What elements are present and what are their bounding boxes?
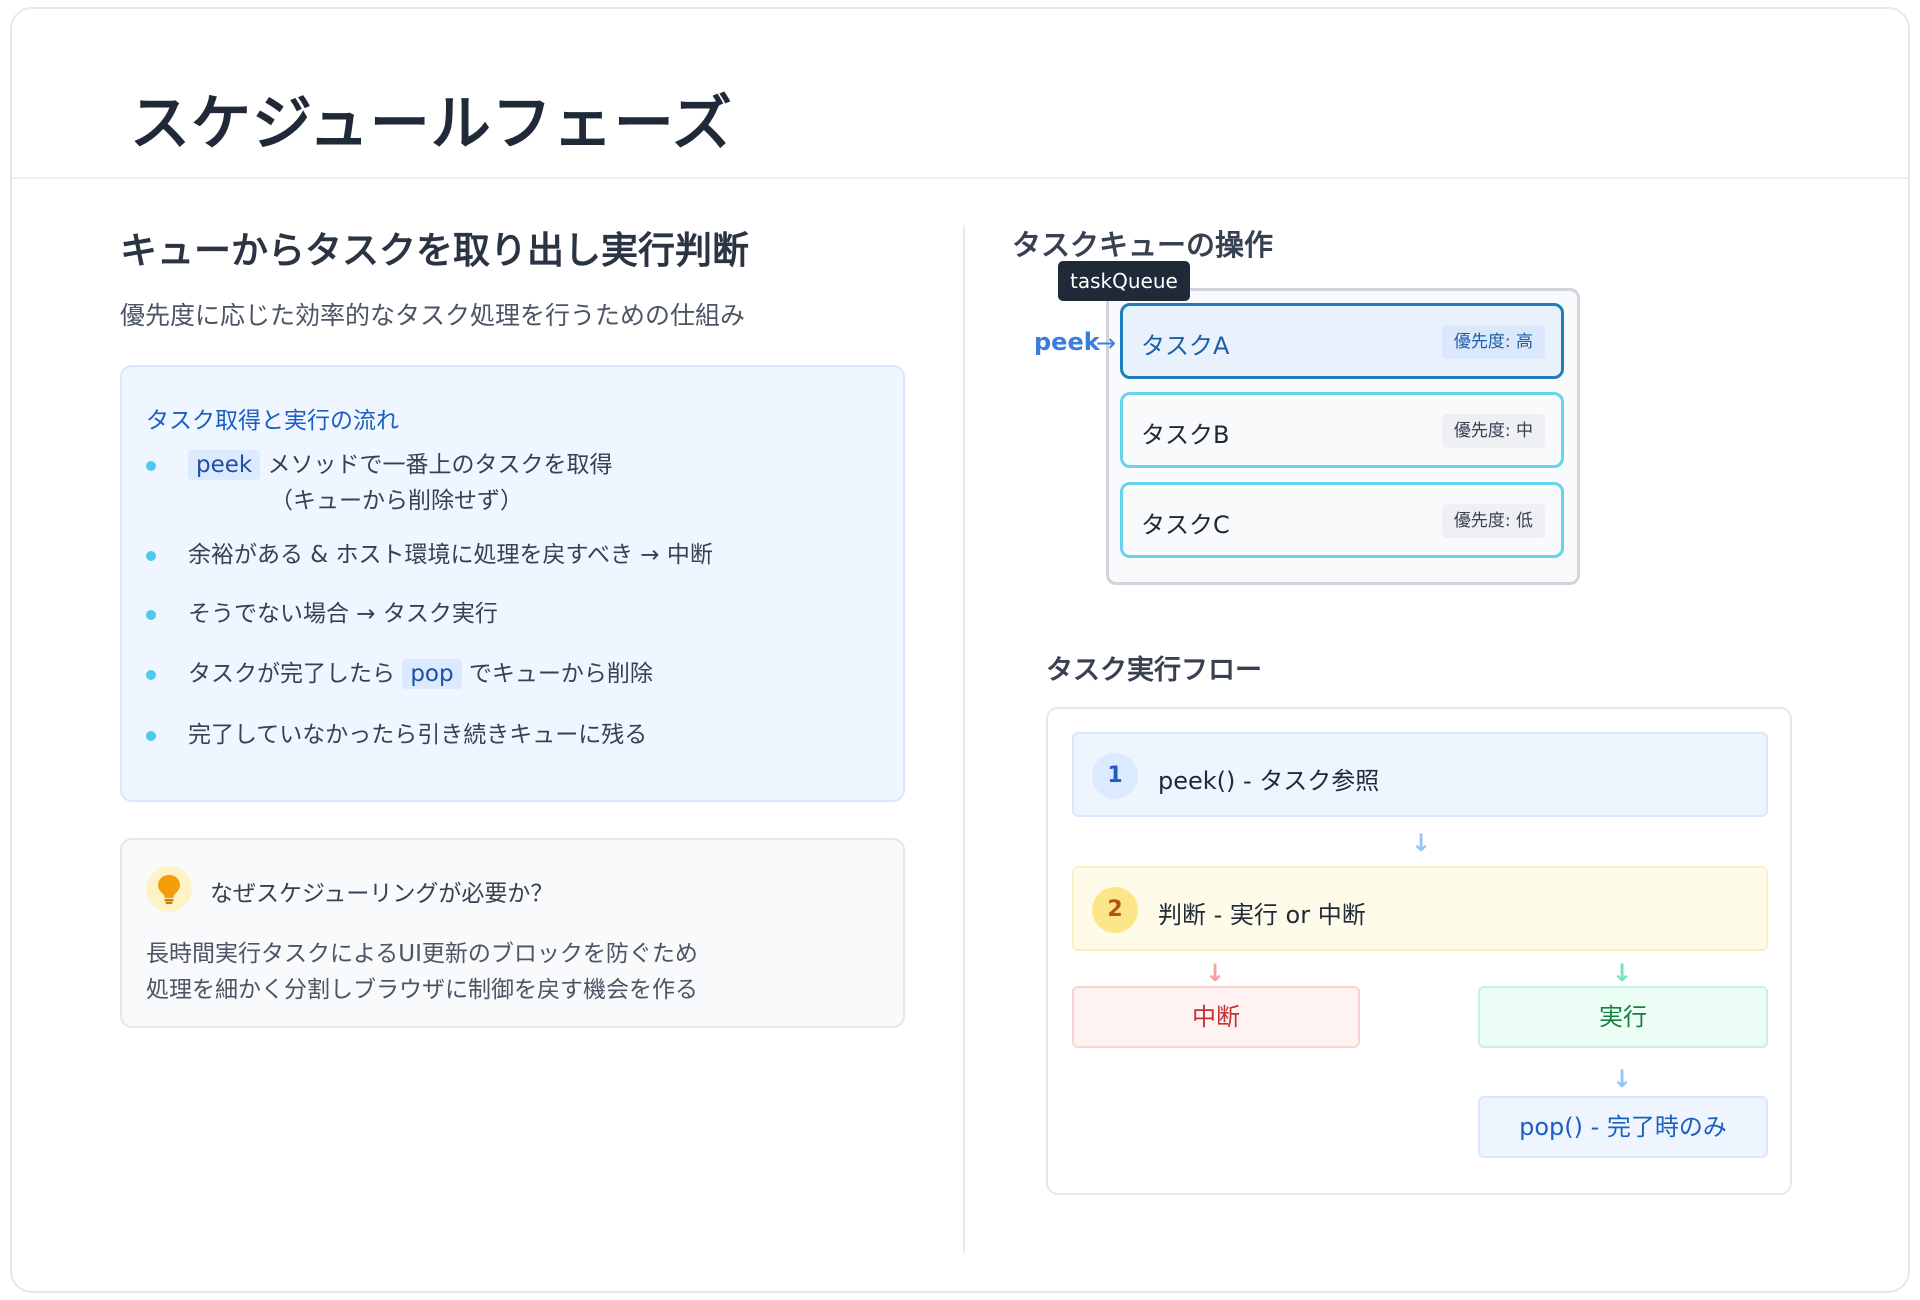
code-peek: peek [188, 450, 261, 480]
step-number: 2 [1092, 887, 1138, 933]
why-text-line: 処理を細かく分割しブラウザに制御を戻す機会を作る [146, 977, 698, 1003]
outcome-abort: 中断 [1072, 986, 1360, 1048]
header: スケジュールフェーズ [12, 9, 1908, 179]
task-name: タスクB [1141, 421, 1230, 449]
step-number: 1 [1092, 753, 1138, 799]
arrow-right-icon: → [1096, 329, 1117, 357]
list-item-note: （キューから削除せず） [270, 488, 523, 514]
bullet-dot [146, 610, 156, 620]
arrow-down-icon: ↓ [1205, 959, 1226, 987]
section-title: キューからタスクを取り出し実行判断 [120, 229, 749, 272]
arrow-down-icon: ↓ [1612, 1065, 1633, 1093]
step-label: peek() - タスク参照 [1158, 767, 1380, 795]
why-card-title: なぜスケジューリングが必要か？ [210, 881, 554, 907]
priority-badge: 優先度: 低 [1441, 504, 1545, 538]
code-pop: pop [402, 659, 462, 689]
queue-tag: taskQueue [1058, 261, 1190, 301]
task-name: タスクC [1141, 511, 1230, 539]
bullet-dot [146, 670, 156, 680]
task-card-a: タスクA 優先度: 高 [1120, 303, 1564, 379]
bullet-dot [146, 731, 156, 741]
priority-badge: 優先度: 高 [1441, 325, 1545, 359]
peek-pointer-label: peek [1034, 328, 1100, 356]
step-decide: 2 判断 - 実行 or 中断 [1072, 866, 1768, 951]
exec-flow-heading: タスク実行フロー [1046, 655, 1262, 686]
task-name: タスクA [1141, 332, 1230, 360]
bullet-dot [146, 461, 156, 471]
queue-heading: タスクキューの操作 [1012, 228, 1274, 262]
bullet-dot [146, 551, 156, 561]
step-peek: 1 peek() - タスク参照 [1072, 732, 1768, 817]
arrow-down-icon: ↓ [1411, 829, 1432, 857]
section-subtitle: 優先度に応じた効率的なタスク処理を行うための仕組み [120, 301, 746, 330]
why-card: なぜスケジューリングが必要か？ 長時間実行タスクによるUI更新のブロックを防ぐた… [120, 838, 905, 1028]
outcome-execute: 実行 [1478, 986, 1768, 1048]
step-label: 判断 - 実行 or 中断 [1158, 901, 1366, 929]
page-title: スケジュールフェーズ [130, 89, 733, 159]
lightbulb-icon [146, 866, 192, 912]
outcome-pop: pop() - 完了時のみ [1478, 1096, 1768, 1158]
column-divider [963, 225, 965, 1253]
why-text-line: 長時間実行タスクによるUI更新のブロックを防ぐため [146, 941, 698, 967]
flow-card-title: タスク取得と実行の流れ [146, 408, 399, 434]
task-card-b: タスクB 優先度: 中 [1120, 392, 1564, 468]
task-card-c: タスクC 優先度: 低 [1120, 482, 1564, 558]
priority-badge: 優先度: 中 [1441, 414, 1545, 448]
flow-card: タスク取得と実行の流れ peek メソッドで一番上のタスクを取得 （キューから削… [120, 365, 905, 802]
arrow-down-icon: ↓ [1612, 959, 1633, 987]
